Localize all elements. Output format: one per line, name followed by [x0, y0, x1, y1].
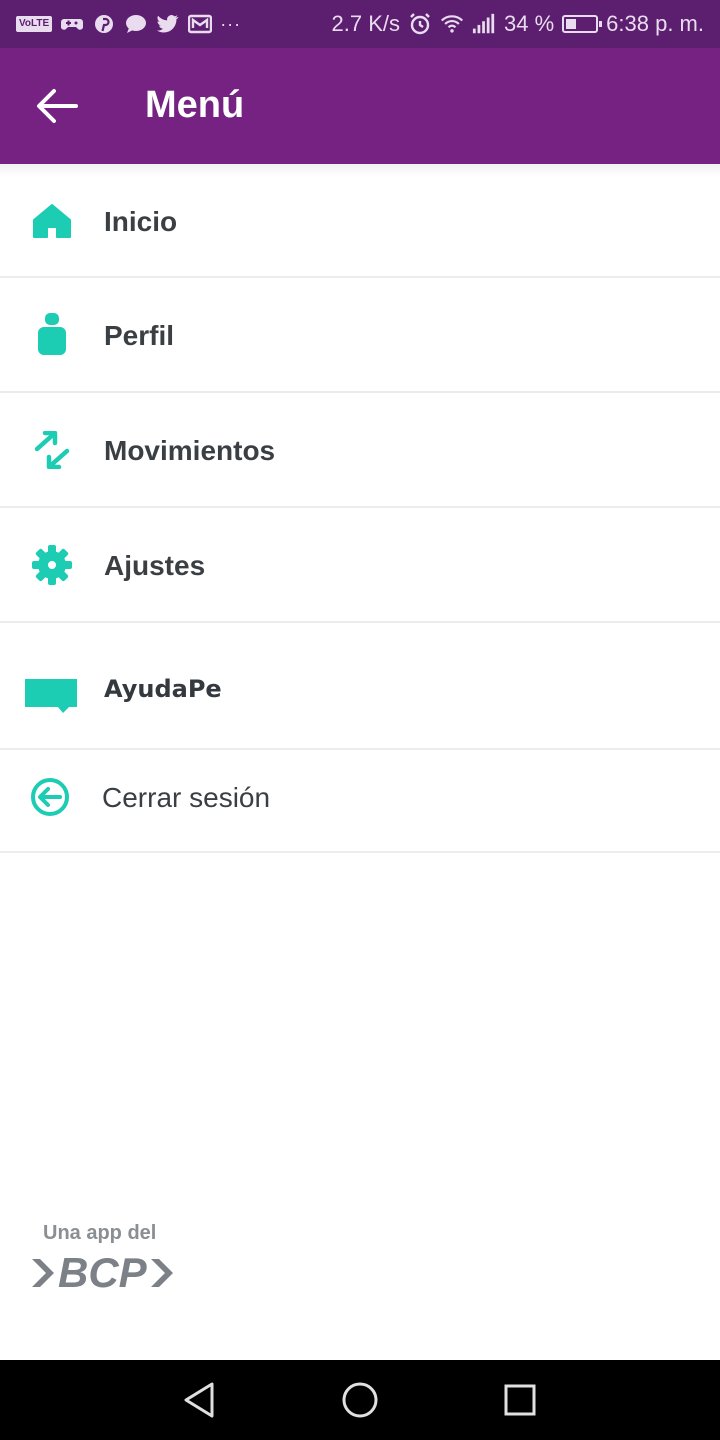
menu-item-perfil[interactable]: Perfil	[0, 278, 720, 393]
nav-home-button[interactable]	[340, 1380, 380, 1420]
chat-bubble-icon	[124, 12, 148, 36]
twitter-icon	[156, 12, 180, 36]
pinterest-icon	[92, 12, 116, 36]
volte-badge: VoLTE	[16, 16, 53, 32]
signal-icon	[472, 12, 496, 36]
menu-item-label: AyudaPe	[104, 675, 222, 703]
clock: 6:38 p. m.	[606, 11, 704, 36]
app-bar: Menú	[0, 48, 720, 164]
page-title: Menú	[145, 84, 245, 126]
menu-item-inicio[interactable]: Inicio	[0, 164, 720, 278]
game-controller-icon	[60, 12, 84, 36]
wifi-icon	[440, 12, 464, 36]
gear-icon	[31, 544, 73, 586]
bcp-branding: Una app del BCP	[30, 1222, 175, 1297]
more-notifications-indicator: ···	[220, 13, 242, 34]
arrow-left-icon	[37, 89, 78, 123]
system-status: 2.7 K/s 34 % 6:38 p. m.	[332, 11, 704, 37]
menu-item-cerrar-sesion[interactable]: Cerrar sesión	[0, 750, 720, 853]
menu-list: Inicio Perfil Movimientos Ajustes AyudaP…	[0, 164, 720, 853]
back-button[interactable]	[34, 86, 78, 126]
triangle-back-icon	[184, 1382, 214, 1418]
alarm-icon	[408, 12, 432, 36]
bcp-logo: BCP	[30, 1249, 175, 1297]
menu-item-movimientos[interactable]: Movimientos	[0, 393, 720, 508]
chevron-right-icon	[150, 1259, 173, 1287]
menu-item-label: Movimientos	[104, 435, 276, 466]
gmail-icon	[188, 12, 213, 36]
chat-flag-icon	[25, 679, 77, 715]
system-navigation-bar	[0, 1360, 720, 1440]
menu-item-label: Perfil	[104, 320, 175, 351]
nav-back-button[interactable]	[180, 1380, 220, 1420]
menu-item-label: Inicio	[104, 206, 178, 237]
home-icon	[33, 203, 71, 239]
battery-icon	[562, 15, 603, 33]
menu-item-ajustes[interactable]: Ajustes	[0, 508, 720, 623]
square-recents-icon	[504, 1384, 536, 1416]
network-speed: 2.7 K/s	[331, 11, 400, 36]
logout-icon	[29, 776, 71, 818]
menu-item-label: Cerrar sesión	[102, 782, 271, 813]
brand-name: BCP	[58, 1249, 147, 1296]
transfer-arrows-icon	[33, 431, 71, 469]
menu-item-ayudape[interactable]: AyudaPe	[0, 623, 720, 750]
nav-recents-button[interactable]	[500, 1380, 540, 1420]
notification-area: VoLTE ···	[16, 12, 241, 36]
circle-home-icon	[342, 1382, 378, 1418]
brand-caption: Una app del	[43, 1222, 157, 1244]
chevron-right-icon	[32, 1259, 54, 1287]
status-bar: VoLTE ··· 2.7 K/s 34 % 6:38 p. m.	[0, 0, 720, 48]
person-icon	[38, 313, 66, 355]
menu-item-label: Ajustes	[104, 550, 206, 581]
battery-percent: 34 %	[504, 11, 555, 36]
